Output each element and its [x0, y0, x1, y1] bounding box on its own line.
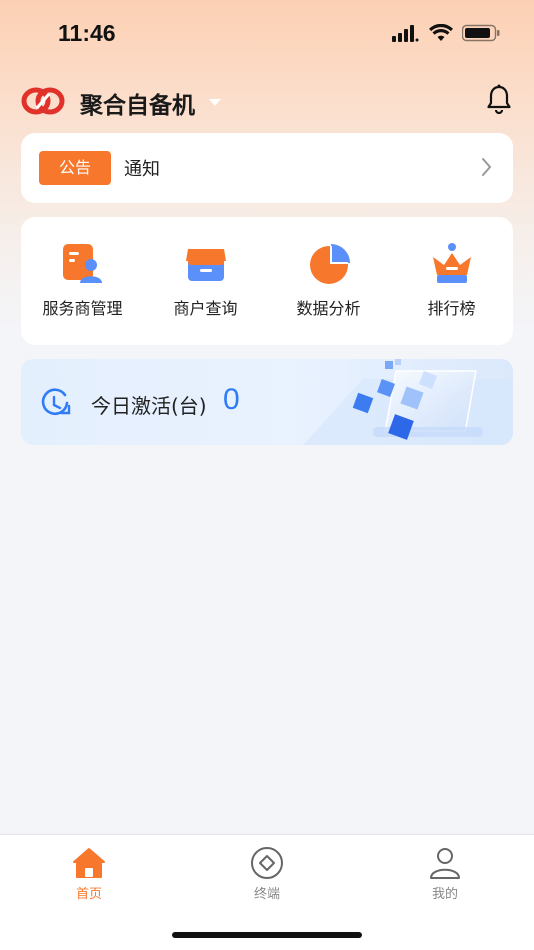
- tab-label: 我的: [431, 887, 458, 902]
- home-icon: [73, 848, 105, 878]
- notice-card[interactable]: 公告 通知: [21, 133, 513, 203]
- menu-item-merchant-query[interactable]: 商户查询: [144, 217, 267, 345]
- pie-chart-icon: [309, 244, 350, 284]
- crown-icon: [432, 243, 471, 283]
- menu-item-data-analysis[interactable]: 数据分析: [267, 217, 390, 345]
- activation-label: 今日激活(台): [91, 394, 207, 418]
- menu-label: 数据分析: [296, 299, 361, 318]
- activation-refresh-icon: [41, 388, 71, 416]
- quick-menu: 服务商管理 商户查询 数据分析 排行榜: [21, 217, 513, 345]
- tab-home[interactable]: 首页: [49, 845, 129, 902]
- cube-illustration-icon: [303, 359, 513, 445]
- status-icons: [392, 24, 500, 42]
- cellular-signal-icon: [392, 25, 419, 42]
- menu-label: 排行榜: [427, 299, 476, 318]
- menu-item-provider-manage[interactable]: 服务商管理: [21, 217, 144, 345]
- app-header: 聚合自备机: [0, 80, 534, 126]
- menu-item-leaderboard[interactable]: 排行榜: [390, 217, 513, 345]
- tab-label: 终端: [253, 887, 280, 902]
- home-indicator: [172, 932, 362, 938]
- battery-icon: [462, 24, 500, 42]
- terminal-icon: [251, 847, 283, 879]
- notice-badge: 公告: [39, 151, 111, 185]
- tab-terminal[interactable]: 终端: [227, 845, 307, 902]
- merchant-store-icon: [185, 249, 226, 281]
- wifi-icon: [429, 24, 453, 41]
- tab-profile[interactable]: 我的: [405, 845, 485, 902]
- app-logo-icon: [21, 87, 65, 115]
- provider-manage-icon: [62, 244, 102, 283]
- status-bar: 11:46: [0, 0, 534, 70]
- activation-banner[interactable]: 今日激活(台) 0: [21, 359, 513, 445]
- menu-label: 商户查询: [173, 299, 238, 318]
- notice-text: 通知: [124, 159, 160, 180]
- app-title[interactable]: 聚合自备机: [80, 86, 195, 120]
- profile-icon: [430, 848, 460, 879]
- bell-icon[interactable]: [486, 84, 512, 114]
- menu-label: 服务商管理: [42, 299, 123, 318]
- chevron-right-icon: [482, 158, 492, 176]
- tab-label: 首页: [75, 887, 102, 902]
- caret-down-icon[interactable]: [208, 98, 222, 107]
- activation-value: 0: [223, 383, 240, 416]
- status-time: 11:46: [58, 20, 116, 46]
